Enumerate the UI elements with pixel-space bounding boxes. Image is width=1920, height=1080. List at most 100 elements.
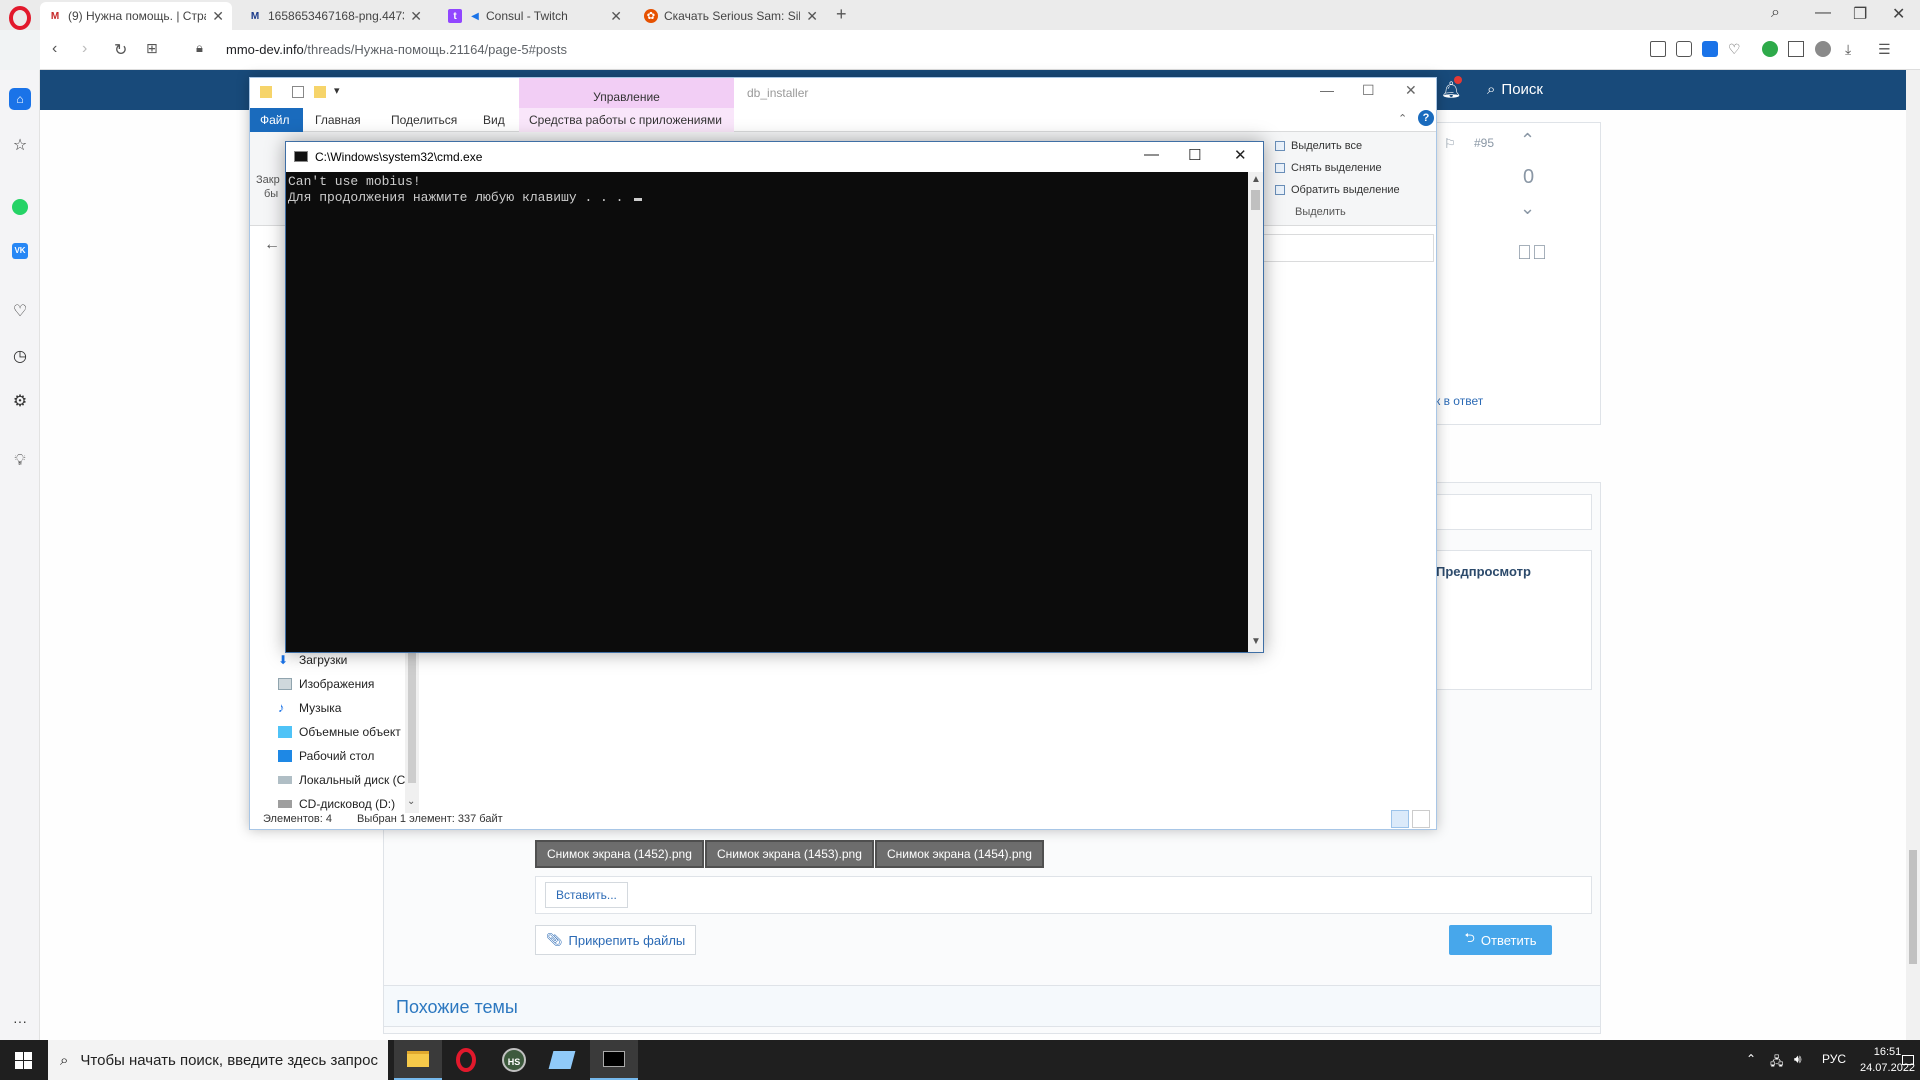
home-icon[interactable]: ⌂ <box>9 88 31 110</box>
close-icon[interactable]: ✕ <box>1234 146 1247 164</box>
forward-icon[interactable]: › <box>82 40 87 58</box>
reload-icon[interactable]: ↻ <box>114 40 127 60</box>
volume-icon[interactable]: 🔊︎ <box>1794 1052 1802 1067</box>
restore-icon[interactable]: ❐ <box>1853 4 1867 24</box>
tree-item-3d-objects[interactable]: Объемные объект <box>278 720 408 744</box>
heart-icon[interactable]: ♡ <box>1728 41 1744 57</box>
snapshot-icon[interactable] <box>1650 41 1666 57</box>
bookmark-icon[interactable]: ⚐ <box>1444 136 1456 152</box>
page-scrollbar-thumb[interactable] <box>1909 850 1917 964</box>
maximize-icon[interactable]: ☐ <box>1188 146 1201 164</box>
taskbar-app[interactable] <box>538 1040 586 1080</box>
page-scrollbar[interactable] <box>1906 70 1920 1040</box>
tree-item-desktop[interactable]: Рабочий стол <box>278 744 408 768</box>
language-indicator[interactable]: РУС <box>1822 1052 1846 1066</box>
downvote-icon[interactable]: ⌄ <box>1520 198 1535 219</box>
scroll-down-icon[interactable]: ▼ <box>1251 636 1261 647</box>
extension-icon[interactable] <box>1762 41 1778 57</box>
quick-access-dropdown-icon[interactable]: ▾ <box>334 84 340 97</box>
tree-item-music[interactable]: ♪ Музыка <box>278 696 408 720</box>
more-icon[interactable]: ··· <box>9 1010 31 1032</box>
back-arrow-icon[interactable]: ← <box>264 236 280 254</box>
new-tab-icon[interactable]: + <box>836 4 847 25</box>
close-tab-icon[interactable]: ✕ <box>212 8 224 25</box>
cmd-scrollbar-thumb[interactable] <box>1251 190 1260 210</box>
tree-item-local-disk[interactable]: Локальный диск (С <box>278 768 408 792</box>
tab-twitch[interactable]: t ◀ Consul - Twitch ✕ <box>440 2 630 30</box>
taskbar-file-explorer[interactable] <box>394 1040 442 1080</box>
speed-dial-icon[interactable]: ⊞ <box>146 40 158 57</box>
attachment-chip[interactable]: Снимок экрана (1452).png <box>535 840 704 868</box>
cmd-scrollbar[interactable]: ▲ ▼ <box>1248 172 1263 652</box>
taskbar-opera[interactable] <box>442 1040 490 1080</box>
notification-center-icon[interactable] <box>1902 1048 1914 1072</box>
post-number[interactable]: #95 <box>1474 136 1494 150</box>
attachment-chip[interactable]: Снимок экрана (1453).png <box>705 840 874 868</box>
upvote-icon[interactable]: ⌃ <box>1520 130 1535 151</box>
new-folder-icon[interactable] <box>314 86 326 98</box>
tree-item-pictures[interactable]: Изображения <box>278 672 408 696</box>
tray-overflow-icon[interactable]: ⌃ <box>1746 1052 1756 1066</box>
cube-icon[interactable] <box>1788 41 1804 57</box>
minimize-icon[interactable]: — <box>1320 82 1334 98</box>
shield-icon[interactable] <box>1702 41 1718 57</box>
select-all-button[interactable]: Выделить все <box>1275 140 1362 152</box>
tab-home[interactable]: Главная <box>305 108 371 132</box>
maximize-icon[interactable]: ☐ <box>1362 82 1375 99</box>
minimize-icon[interactable]: — <box>1815 4 1831 22</box>
tab-active[interactable]: M (9) Нужна помощь. | Стра ✕ <box>40 2 232 30</box>
scroll-down-icon[interactable]: ⌄ <box>407 796 415 807</box>
menu-icon[interactable]: ☰ <box>1878 41 1894 57</box>
whatsapp-icon[interactable] <box>9 196 31 218</box>
opera-logo-icon[interactable] <box>8 6 32 30</box>
manage-context-tab[interactable]: Управление <box>519 78 734 108</box>
reply-button[interactable]: ⮌ Ответить <box>1449 925 1552 955</box>
properties-icon[interactable] <box>292 86 304 98</box>
tab-file[interactable]: Файл <box>250 108 303 132</box>
site-search-button[interactable]: ⌕ Поиск <box>1487 81 1543 98</box>
taskbar-cmd[interactable] <box>590 1040 638 1080</box>
network-icon[interactable]: 🖧︎ <box>1770 1052 1783 1073</box>
large-icons-view-icon[interactable] <box>1412 810 1430 828</box>
close-tab-icon[interactable]: ✕ <box>610 8 622 25</box>
tab-download[interactable]: ✿ Скачать Serious Sam: Siber ✕ <box>636 2 826 30</box>
close-window-icon[interactable]: ✕ <box>1892 4 1905 24</box>
collapse-ribbon-icon[interactable]: ⌃ <box>1398 112 1407 125</box>
tab-search-icon[interactable]: ⌕ <box>1771 4 1780 22</box>
start-button-icon[interactable] <box>15 1052 32 1069</box>
help-icon[interactable]: ? <box>1418 110 1434 126</box>
invert-selection-button[interactable]: Обратить выделение <box>1275 184 1400 196</box>
explorer-search-box[interactable] <box>1260 234 1434 262</box>
history-icon[interactable]: ◷ <box>9 345 31 367</box>
speaker-icon[interactable]: ◀ <box>468 9 482 23</box>
taskbar-search[interactable]: ⌕ Чтобы начать поиск, введите здесь запр… <box>48 1040 388 1080</box>
tree-scrollbar-thumb[interactable] <box>408 638 416 783</box>
vk-icon[interactable]: VK <box>9 240 31 262</box>
attach-files-button[interactable]: 📎︎ Прикрепить файлы <box>535 925 697 955</box>
close-tab-icon[interactable]: ✕ <box>410 8 422 25</box>
minimize-icon[interactable]: — <box>1144 146 1159 163</box>
tab-app-tools[interactable]: Средства работы с приложениями <box>519 108 734 132</box>
settings-gear-icon[interactable]: ⚙ <box>9 390 31 412</box>
insert-button[interactable]: Вставить... <box>545 882 628 908</box>
tab-image[interactable]: M 1658653467168-png.4473 ✕ <box>240 2 430 30</box>
attachment-chip[interactable]: Снимок экрана (1454).png <box>875 840 1044 868</box>
taskbar-hs-app[interactable]: HS <box>490 1040 538 1080</box>
profile-icon[interactable] <box>1815 41 1831 57</box>
details-view-icon[interactable] <box>1391 810 1409 828</box>
download-icon[interactable]: ⤓ <box>1845 41 1861 57</box>
url-field[interactable]: mmo-dev.info/threads/Нужна-помощь.21164/… <box>226 42 567 57</box>
close-icon[interactable]: ✕ <box>1405 82 1417 99</box>
tree-scrollbar[interactable]: ⌄ <box>405 638 419 813</box>
console-output[interactable]: Can't use mobius! Для продолжения нажмит… <box>286 172 1248 652</box>
close-tab-icon[interactable]: ✕ <box>806 8 818 25</box>
tab-view[interactable]: Вид <box>473 108 515 132</box>
lightbulb-icon[interactable]: 💡︎ <box>9 450 31 472</box>
back-icon[interactable]: ‹ <box>52 40 57 58</box>
scroll-up-icon[interactable]: ▲ <box>1251 174 1261 185</box>
solution-check-icon[interactable]: ✓⃝ <box>1517 242 1547 265</box>
reply-link[interactable]: к в ответ <box>1435 394 1483 408</box>
tab-share[interactable]: Поделиться <box>381 108 467 132</box>
heart-icon[interactable]: ♡ <box>9 300 31 322</box>
camera-icon[interactable] <box>1676 41 1692 57</box>
